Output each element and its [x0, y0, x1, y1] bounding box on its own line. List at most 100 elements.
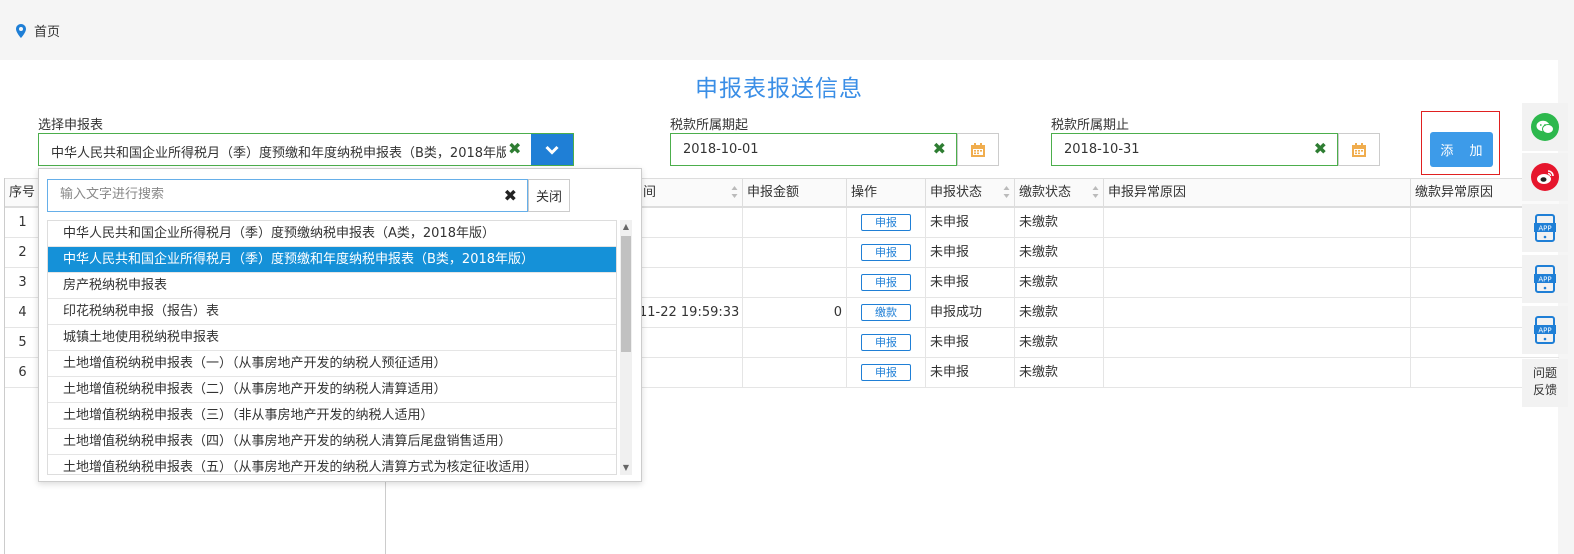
row-seq: 3 [5, 268, 41, 297]
scroll-down-arrow-icon[interactable]: ▼ [622, 464, 630, 472]
dropdown-option[interactable]: 土地增值税纳税申报表（二）（从事房地产开发的纳税人清算适用） [48, 377, 616, 403]
row-op-cell: 申报 [847, 328, 926, 357]
dropdown-option-selected[interactable]: 中华人民共和国企业所得税月（季）度预缴和年度纳税申报表（B类，2018年版） [48, 247, 616, 273]
header-pay-status[interactable]: 缴款状态 [1015, 179, 1104, 207]
end-date-calendar-button[interactable] [1338, 133, 1380, 166]
report-select[interactable]: 中华人民共和国企业所得税月（季）度预缴和年度纳税申报表（B类，2018年版） ✖ [38, 133, 574, 166]
clear-end-date-icon[interactable]: ✖ [1314, 140, 1327, 158]
header-seq[interactable]: 序号 [5, 179, 41, 207]
dropdown-option[interactable]: 土地增值税纳税申报表（四）（从事房地产开发的纳税人清算后尾盘销售适用） [48, 429, 616, 455]
breadcrumb[interactable]: 首页 [16, 21, 60, 40]
dropdown-scrollbar[interactable]: ▲ ▼ [620, 220, 632, 475]
header-time[interactable]: 间 [639, 179, 743, 207]
dropdown-option[interactable]: 土地增值税纳税申报表（五）（从事房地产开发的纳税人清算方式为核定征收适用） [48, 455, 616, 474]
declare-button[interactable]: 申报 [861, 274, 911, 291]
row-decl-status: 未申报 [926, 208, 1015, 237]
clear-selection-icon[interactable]: ✖ [508, 140, 524, 158]
sort-icon [1092, 186, 1099, 198]
row-amount: 0 [743, 298, 847, 327]
row-time [639, 328, 743, 357]
dropdown-option[interactable]: 印花税纳税申报（报告）表 [48, 299, 616, 325]
declare-button[interactable]: 申报 [861, 334, 911, 351]
scroll-up-arrow-icon[interactable]: ▲ [622, 223, 630, 231]
app-icon: APP [1534, 265, 1556, 293]
weibo-icon [1531, 163, 1559, 191]
weibo-button[interactable] [1522, 153, 1568, 201]
row-pay-status: 未缴款 [1015, 208, 1104, 237]
row-time [639, 358, 743, 387]
end-date-value: 2018-10-31 [1064, 142, 1140, 157]
row-decl-reason [1104, 238, 1411, 267]
dropdown-option[interactable]: 土地增值税纳税申报表（三）（非从事房地产开发的纳税人适用） [48, 403, 616, 429]
row-pay-status: 未缴款 [1015, 358, 1104, 387]
row-amount [743, 328, 847, 357]
feedback-button[interactable]: 问题 反馈 [1522, 359, 1568, 407]
dropdown-option[interactable]: 土地增值税纳税申报表（一）（从事房地产开发的纳税人预征适用） [48, 351, 616, 377]
row-op-cell: 申报 [847, 358, 926, 387]
row-decl-status: 未申报 [926, 358, 1015, 387]
location-pin-icon [16, 23, 26, 38]
row-seq: 5 [5, 328, 41, 357]
row-decl-status: 未申报 [926, 328, 1015, 357]
row-amount [743, 268, 847, 297]
wechat-icon [1531, 113, 1559, 141]
app-icon: APP [1534, 214, 1556, 242]
row-seq: 4 [5, 298, 41, 327]
row-decl-reason [1104, 298, 1411, 327]
dropdown-option[interactable]: 城镇土地使用税纳税申报表 [48, 325, 616, 351]
breadcrumb-home[interactable]: 首页 [34, 21, 60, 40]
wechat-button[interactable] [1522, 103, 1568, 151]
app-download-button[interactable]: APP [1522, 306, 1568, 354]
dropdown-option[interactable]: 中华人民共和国企业所得税月（季）度预缴纳税申报表（A类，2018年版） [48, 221, 616, 247]
row-time [639, 238, 743, 267]
row-decl-status: 未申报 [926, 268, 1015, 297]
dropdown-search-input[interactable] [60, 187, 490, 202]
row-amount [743, 358, 847, 387]
app-download-button[interactable]: APP [1522, 204, 1568, 252]
header-decl-reason: 申报异常原因 [1104, 179, 1411, 207]
start-date-input[interactable]: 2018-10-01 ✖ [670, 133, 957, 166]
header-amount[interactable]: 申报金额 [743, 179, 847, 207]
declare-button[interactable]: 申报 [861, 364, 911, 381]
app-download-button[interactable]: APP [1522, 255, 1568, 303]
row-decl-status: 申报成功 [926, 298, 1015, 327]
row-pay-status: 未缴款 [1015, 268, 1104, 297]
row-pay-status: 未缴款 [1015, 328, 1104, 357]
calendar-icon [1352, 142, 1366, 157]
row-op-cell: 申报 [847, 268, 926, 297]
end-date-input[interactable]: 2018-10-31 ✖ [1051, 133, 1338, 166]
header-time-label: 间 [643, 185, 657, 200]
dropdown-option[interactable]: 房产税纳税申报表 [48, 273, 616, 299]
row-decl-reason [1104, 328, 1411, 357]
scrollbar-thumb[interactable] [621, 236, 631, 352]
add-button[interactable]: 添 加 [1430, 132, 1493, 167]
header-decl-status[interactable]: 申报状态 [926, 179, 1015, 207]
pay-button[interactable]: 缴款 [861, 304, 911, 321]
row-decl-reason [1104, 208, 1411, 237]
clear-start-date-icon[interactable]: ✖ [933, 140, 946, 158]
clear-search-icon[interactable]: ✖ [504, 186, 517, 205]
chevron-down-icon [545, 145, 559, 155]
header-decl-status-label: 申报状态 [930, 185, 983, 200]
row-time: 11-22 19:59:33 [639, 298, 743, 327]
row-seq: 6 [5, 358, 41, 387]
row-amount [743, 208, 847, 237]
dropdown-toggle-button[interactable] [531, 134, 573, 165]
add-button-highlight: 添 加 [1421, 111, 1500, 175]
row-seq: 2 [5, 238, 41, 267]
dropdown-close-button[interactable]: 关闭 [528, 179, 570, 212]
svg-text:APP: APP [1538, 327, 1551, 335]
start-date-calendar-button[interactable] [957, 133, 999, 166]
page-title: 申报表报送信息 [695, 76, 863, 102]
svg-text:APP: APP [1538, 225, 1551, 233]
start-date-value: 2018-10-01 [683, 142, 759, 157]
end-date-label: 税款所属期止 [1051, 118, 1130, 133]
row-pay-status: 未缴款 [1015, 298, 1104, 327]
row-decl-status: 未申报 [926, 238, 1015, 267]
declare-button[interactable]: 申报 [861, 244, 911, 261]
main-panel: 申报表报送信息 选择申报表 中华人民共和国企业所得税月（季）度预缴和年度纳税申报… [0, 60, 1559, 554]
row-time [639, 268, 743, 297]
declare-button[interactable]: 申报 [861, 214, 911, 231]
report-dropdown: ✖ 关闭 中华人民共和国企业所得税月（季）度预缴纳税申报表（A类，2018年版）… [38, 168, 642, 482]
dropdown-search-field[interactable]: ✖ [47, 179, 528, 212]
